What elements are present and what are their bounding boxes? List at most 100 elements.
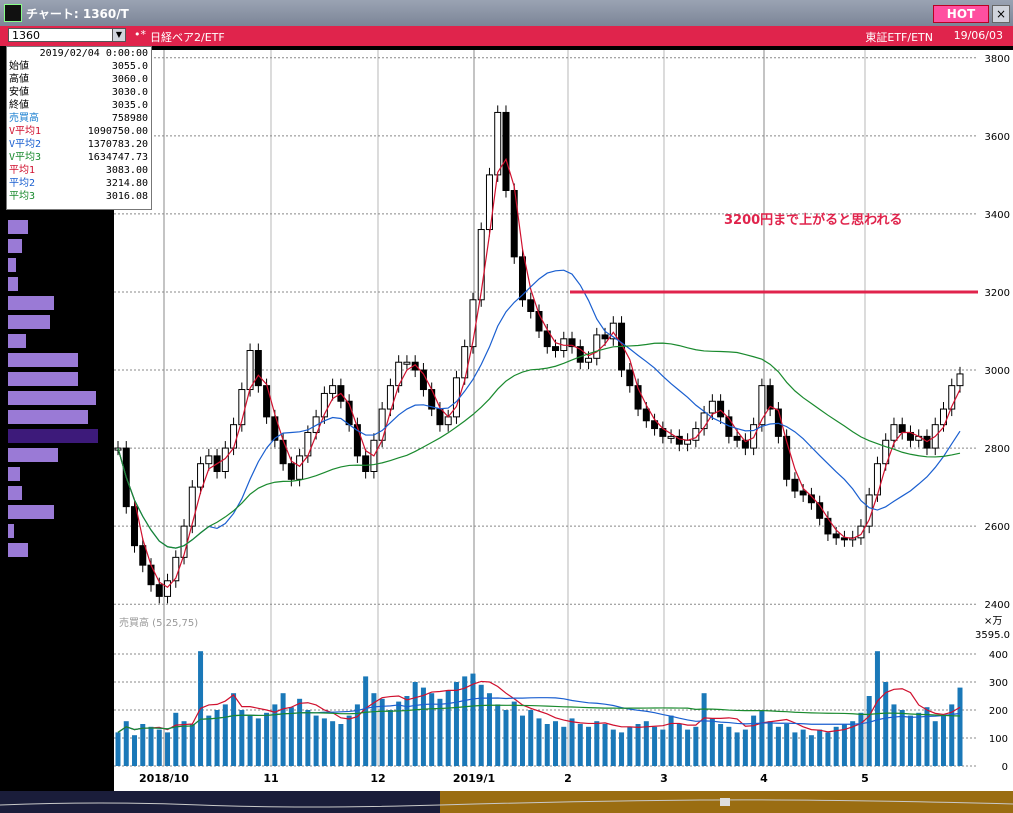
volume-bar (222, 704, 228, 766)
candle-body (667, 435, 675, 439)
volume-tick-label: 200 (989, 706, 1008, 717)
info-value: 1370783.20 (87, 139, 148, 150)
volume-tick-label: 100 (989, 734, 1008, 745)
info-value: 3060.0 (111, 74, 148, 85)
volume-bar (495, 704, 501, 766)
candle-body (444, 416, 452, 426)
candle-body (403, 361, 411, 365)
time-scrollbar[interactable] (0, 791, 1013, 813)
volume-series-label: 売買高 (5,25,75) (119, 616, 198, 629)
volume-bar (685, 729, 691, 766)
volume-profile-bar (8, 467, 20, 481)
volume-tick-label: 0 (1002, 762, 1008, 773)
info-datetime: 2019/02/04 0:00:00 (39, 48, 148, 59)
candle-body (494, 111, 502, 176)
x-tick-label: 3 (660, 772, 668, 785)
volume-profile-bar (8, 239, 22, 253)
candle-body (626, 369, 634, 387)
volume-bar (132, 735, 138, 766)
info-value: 3214.80 (105, 178, 148, 189)
candle-body (890, 424, 898, 441)
volume-bar (709, 718, 715, 766)
volume-bar (511, 701, 517, 766)
candle-body (139, 545, 147, 566)
info-row: V平均3 1634747.73 (7, 151, 151, 164)
volume-bar (470, 673, 476, 766)
volume-bar (486, 693, 492, 766)
volume-bar (544, 724, 550, 766)
volume-bar (701, 693, 707, 766)
volume-profile-bar (8, 220, 28, 234)
volume-bar (338, 724, 344, 766)
volume-profile-bar (8, 410, 88, 424)
info-label: 高値 (9, 74, 29, 85)
data-date: 19/06/03 (953, 29, 1003, 42)
price-tick-label: 2600 (985, 522, 1010, 533)
symbol-dropdown-button[interactable]: ▼ (112, 28, 126, 42)
volume-bar (321, 718, 327, 766)
volume-current-value: 3595.0 (975, 630, 1010, 641)
volume-bar (808, 735, 814, 766)
volume-bar (660, 729, 666, 766)
candle-body (865, 494, 873, 527)
volume-bar (635, 724, 641, 766)
info-row: V平均1 1090750.00 (7, 125, 151, 138)
x-tick-label: 5 (861, 772, 869, 785)
info-value: 1090750.00 (87, 126, 148, 137)
hot-button[interactable]: HOT (933, 5, 989, 23)
chart-window: チャート: 1360/T HOT × 1360 ▼ •* 日経ベア2/ETF 東… (0, 0, 1013, 813)
volume-bar (569, 718, 575, 766)
volume-bar (907, 715, 913, 766)
info-row: V平均2 1370783.20 (7, 138, 151, 151)
info-value: 758980 (111, 113, 148, 124)
info-label: V平均3 (9, 152, 42, 163)
volume-profile-bar (8, 258, 16, 272)
candle-body (502, 111, 510, 191)
volume-bar (734, 732, 740, 766)
volume-bar (792, 732, 798, 766)
window-title: チャート: 1360/T (26, 7, 129, 21)
volume-bar (181, 721, 187, 766)
volume-bar (800, 729, 806, 766)
info-label: 売買高 (9, 113, 39, 124)
candle-body (362, 455, 370, 472)
info-row: 平均1 3083.00 (7, 164, 151, 177)
volume-bar (288, 707, 294, 766)
close-button[interactable]: × (992, 5, 1010, 23)
info-label: 平均2 (9, 178, 36, 189)
x-tick-label: 4 (760, 772, 768, 785)
volume-bar (239, 710, 245, 766)
volume-bar (387, 710, 393, 766)
candle-body (766, 385, 774, 410)
volume-header-area (114, 612, 1013, 640)
volume-bar (330, 721, 336, 766)
candle-body (552, 346, 560, 352)
volume-bar (619, 732, 625, 766)
candle-body (436, 408, 444, 426)
volume-bar (247, 715, 253, 766)
candle-body (246, 350, 254, 391)
annotation-text: 3200円まで上がると思われる (724, 213, 903, 228)
candle-body (873, 463, 881, 496)
volume-bar (519, 715, 525, 766)
volume-bar (957, 687, 963, 766)
candle-body (774, 408, 782, 437)
volume-bar (676, 724, 682, 766)
volume-bar (610, 729, 616, 766)
candle-body (898, 424, 906, 433)
candle-body (287, 463, 295, 480)
candle-body (419, 369, 427, 391)
volume-bar (767, 721, 773, 766)
volume-profile-bar (8, 448, 58, 462)
volume-profile-bar (8, 353, 78, 367)
candle-body (164, 580, 172, 597)
candle-body (254, 350, 262, 387)
volume-bar (784, 724, 790, 766)
scroll-thumb[interactable] (720, 798, 730, 806)
symbol-input[interactable]: 1360 (8, 28, 126, 42)
price-tick-label: 3200 (985, 288, 1010, 299)
volume-bar (165, 732, 171, 766)
candle-body (527, 299, 535, 312)
info-label: 始値 (9, 61, 29, 72)
volume-bar (503, 710, 509, 766)
